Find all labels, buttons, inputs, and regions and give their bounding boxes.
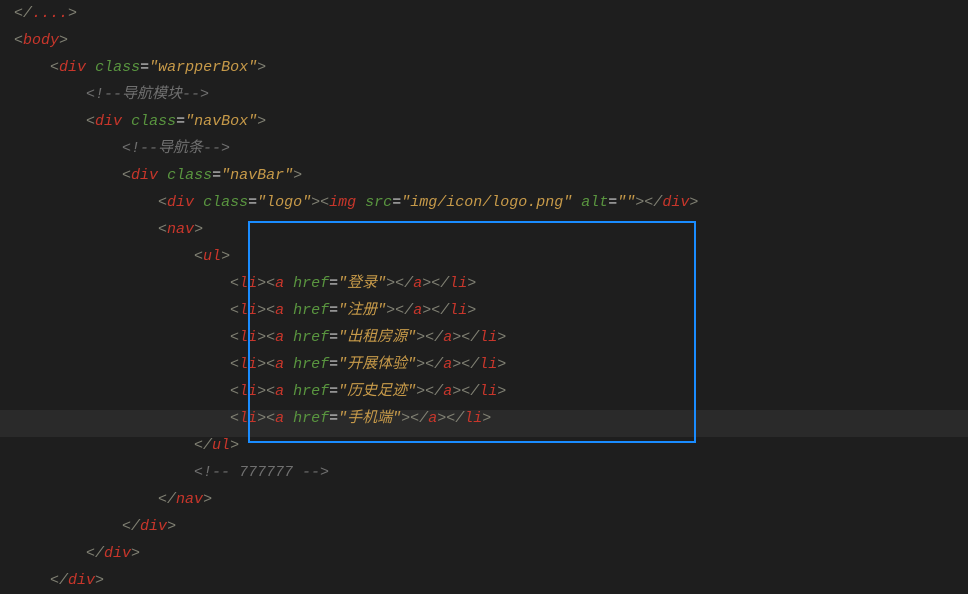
code-line[interactable]: <li><a href="手机端"></a></li> <box>14 405 968 432</box>
code-line[interactable]: <li><a href="出租房源"></a></li> <box>14 324 968 351</box>
code-line[interactable]: <div class="navBar"> <box>14 162 968 189</box>
code-line[interactable]: <div class="logo"><img src="img/icon/log… <box>14 189 968 216</box>
code-line[interactable]: <ul> <box>14 243 968 270</box>
code-line[interactable]: </div> <box>14 567 968 594</box>
code-line[interactable]: <li><a href="注册"></a></li> <box>14 297 968 324</box>
code-editor[interactable]: </....> <body> <div class="warpperBox"> … <box>0 0 968 594</box>
code-line[interactable]: <div class="warpperBox"> <box>14 54 968 81</box>
code-line[interactable]: </....> <box>14 0 968 27</box>
code-line[interactable]: <li><a href="登录"></a></li> <box>14 270 968 297</box>
code-line[interactable]: <!--导航条--> <box>14 135 968 162</box>
code-line[interactable]: <nav> <box>14 216 968 243</box>
code-line[interactable]: </nav> <box>14 486 968 513</box>
code-line[interactable]: <!-- 777777 --> <box>14 459 968 486</box>
code-line[interactable]: <li><a href="开展体验"></a></li> <box>14 351 968 378</box>
code-line[interactable]: </div> <box>14 513 968 540</box>
code-line[interactable]: <!--导航模块--> <box>14 81 968 108</box>
code-line[interactable]: <li><a href="历史足迹"></a></li> <box>14 378 968 405</box>
code-line[interactable]: <div class="navBox"> <box>14 108 968 135</box>
code-line[interactable]: </ul> <box>14 432 968 459</box>
code-line[interactable]: </div> <box>14 540 968 567</box>
code-line[interactable]: <body> <box>14 27 968 54</box>
